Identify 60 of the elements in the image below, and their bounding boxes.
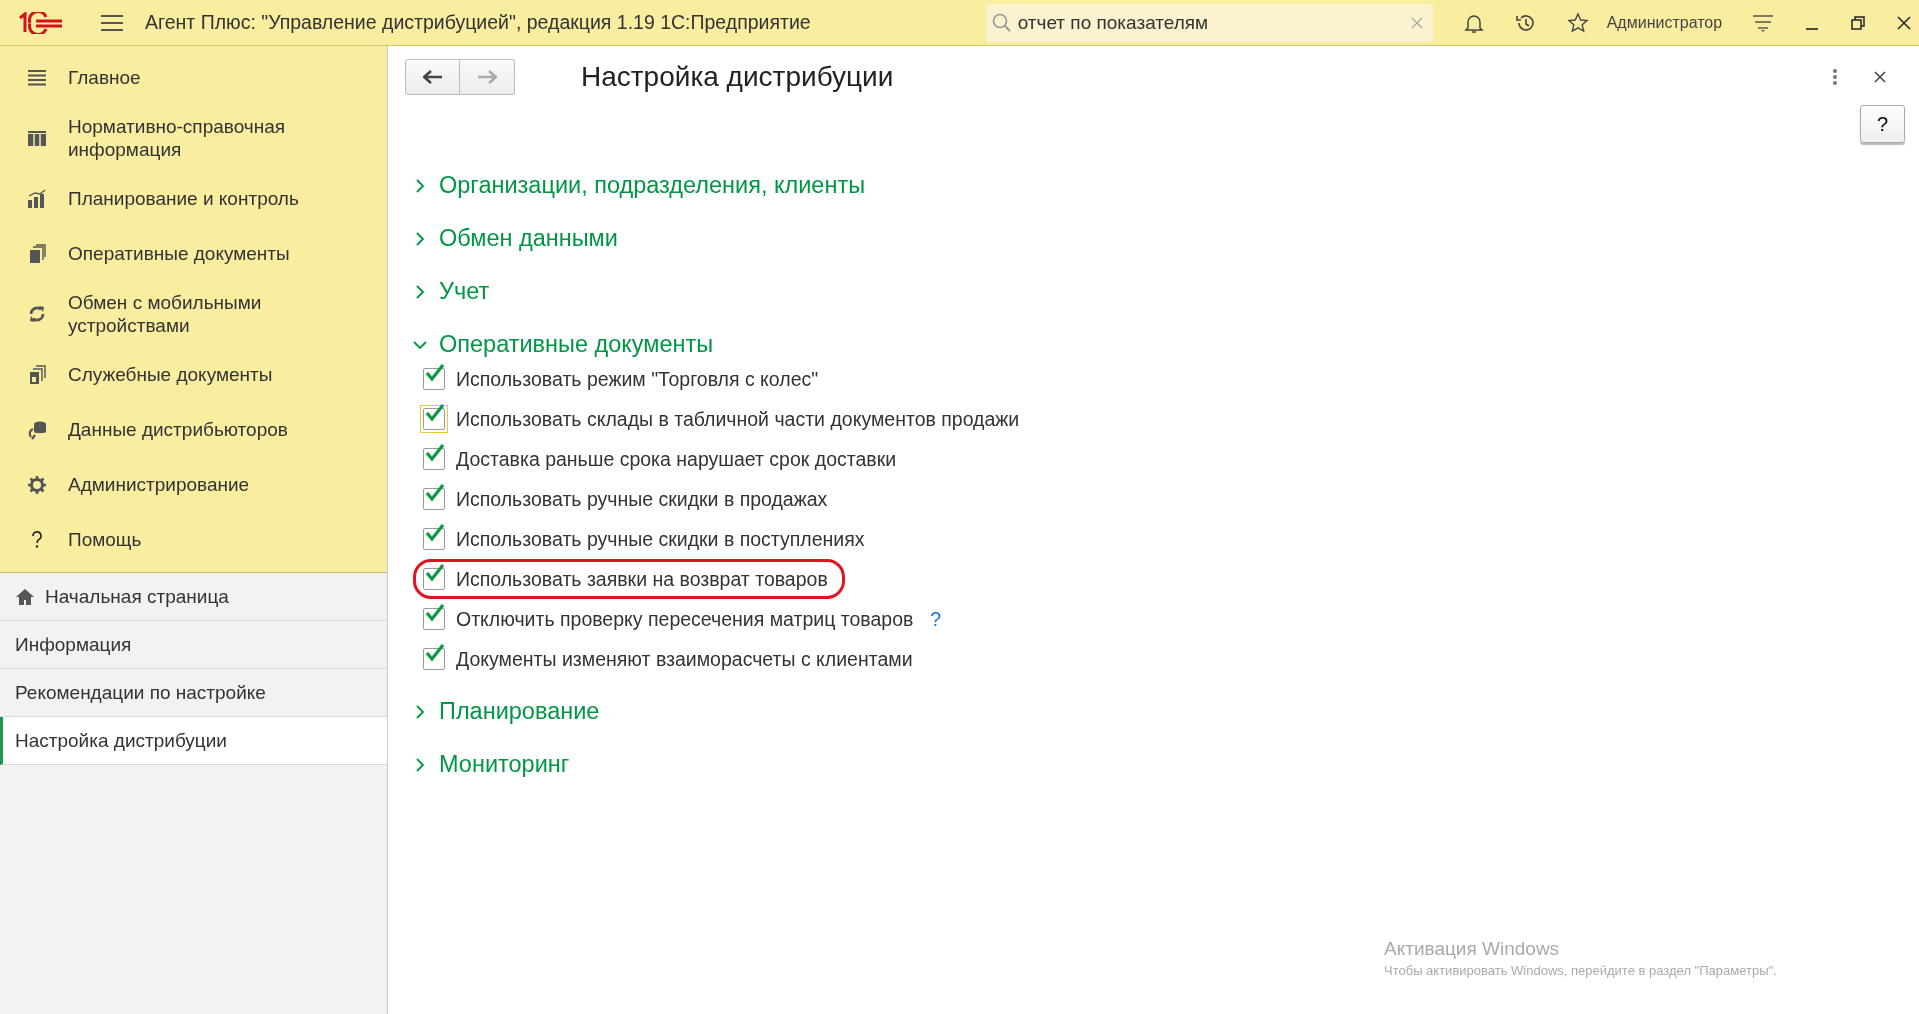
checkbox-label[interactable]: Использовать заявки на возврат товаров <box>456 567 828 591</box>
menu-icon[interactable] <box>101 13 123 32</box>
sidebar-section[interactable]: Помощь <box>68 528 308 551</box>
activation-title: Активация Windows <box>1384 938 1561 960</box>
sidebar-section[interactable]: Оперативные документы <box>68 242 308 265</box>
checkbox-label[interactable]: Документы изменяют взаиморасчеты с клиентами <box>456 647 913 671</box>
arrow-left-icon <box>422 70 443 84</box>
checkbox-label[interactable]: Отключить проверку пересечения матриц товаров <box>456 607 914 631</box>
sidebar-section[interactable]: Нормативно-справочная информация <box>68 115 308 161</box>
checkbox-label[interactable]: Использовать склады в табличной части документов продажи <box>456 407 1020 431</box>
checkbox-label[interactable]: Использовать ручные скидки в поступлениях <box>456 527 865 551</box>
form-title: Настройка дистрибуции <box>581 61 894 93</box>
sidebar-section[interactable]: Главное <box>68 66 308 89</box>
list-icon <box>27 67 47 88</box>
chevron-right-icon <box>413 231 427 246</box>
sync-icon <box>27 304 47 324</box>
arrow-right-icon <box>477 70 497 84</box>
open-page-tab[interactable]: Начальная страница <box>0 573 387 621</box>
filter-menu-icon[interactable] <box>1752 12 1775 33</box>
chevron-right-icon <box>413 178 427 193</box>
sidebar-section[interactable]: Обмен с мобильными устройствами <box>68 291 308 337</box>
clear-icon[interactable] <box>1410 16 1423 29</box>
sidebar-section[interactable]: Служебные документы <box>68 363 308 386</box>
sidebar-section[interactable]: Администрирование <box>68 473 308 496</box>
close-icon[interactable] <box>1896 14 1913 31</box>
more-icon[interactable] <box>1832 68 1838 86</box>
bar-chart-icon <box>27 188 47 209</box>
documents-icon <box>27 364 47 385</box>
chevron-right-icon <box>413 284 427 299</box>
close-icon[interactable] <box>1873 70 1887 84</box>
chevron-right-icon <box>413 757 427 772</box>
documents-icon <box>27 243 47 264</box>
search-icon <box>991 12 1012 33</box>
back-button[interactable] <box>405 59 460 95</box>
group-header[interactable]: Мониторинг <box>413 738 1919 791</box>
help-button[interactable]: ? <box>1860 105 1905 143</box>
database-icon <box>27 419 47 440</box>
logo-icon <box>18 11 64 34</box>
checkbox-label[interactable]: Использовать ручные скидки в продажах <box>456 487 828 511</box>
columns-icon <box>27 128 47 148</box>
group-header[interactable]: Планирование <box>413 685 1919 738</box>
checkbox-label[interactable]: Доставка раньше срока нарушает срок доставки <box>456 447 897 471</box>
open-page-tab[interactable]: Информация <box>0 621 387 669</box>
chevron-right-icon <box>413 704 427 719</box>
group-header[interactable]: Организации, подразделения, клиенты <box>413 159 1919 212</box>
user-name[interactable]: Администратор <box>1606 13 1723 32</box>
group-header[interactable]: Обмен данными <box>413 212 1919 265</box>
star-icon[interactable] <box>1566 11 1589 34</box>
group-header[interactable]: Учет <box>413 265 1919 318</box>
settings-icon <box>27 474 47 495</box>
sidebar-section[interactable]: Данные дистрибьюторов <box>68 418 308 441</box>
activation-text: Чтобы активировать Windows, перейдите в раздел "Параметры". <box>1384 963 1778 978</box>
help-icon <box>31 529 43 550</box>
open-page-tab[interactable]: Настройка дистрибуции <box>0 717 387 765</box>
sidebar-section[interactable]: Планирование и контроль <box>68 187 308 210</box>
search-field[interactable]: отчет по показателям <box>985 3 1433 42</box>
restore-icon[interactable] <box>1850 14 1867 31</box>
window-title: Агент Плюс: "Управление дистрибуцией", редакция 1.19 1С:Предприятие <box>145 11 811 34</box>
home-icon <box>15 587 35 606</box>
hint-link[interactable]: ? <box>930 607 942 631</box>
